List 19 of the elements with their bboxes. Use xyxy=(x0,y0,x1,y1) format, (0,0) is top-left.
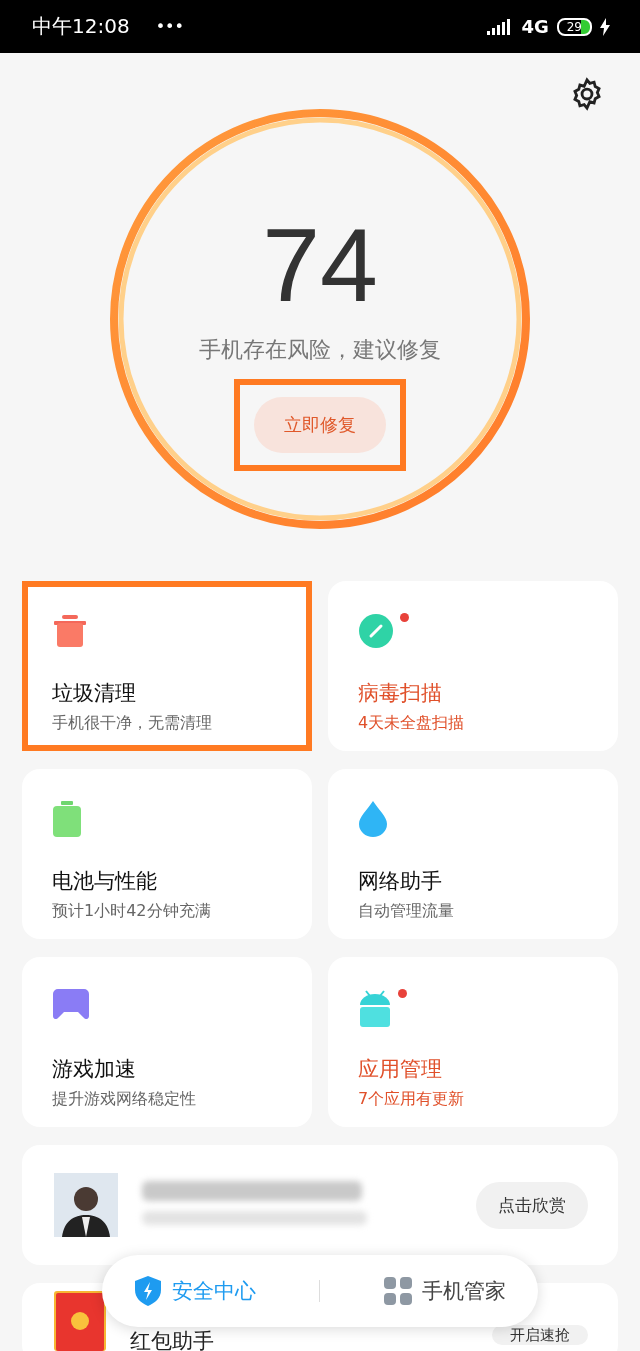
tile-title: 病毒扫描 xyxy=(358,680,443,707)
tile-title: 网络助手 xyxy=(358,868,443,895)
risk-message: 手机存在风险，建议修复 xyxy=(199,336,441,364)
tile-subtitle: 自动管理流量 xyxy=(358,901,455,922)
status-time: 中午12:08 xyxy=(32,13,130,40)
tile-subtitle: 手机很干净，无需清理 xyxy=(52,713,213,734)
tile-subtitle: 提升游戏网络稳定性 xyxy=(52,1089,197,1110)
tile-subtitle: 预计1小时42分钟充满 xyxy=(52,901,212,922)
battery-indicator: 29 xyxy=(556,17,592,36)
tile-title: 应用管理 xyxy=(358,1056,443,1083)
card-title: 红包助手 xyxy=(130,1328,214,1351)
tile-title: 电池与性能 xyxy=(52,868,158,895)
tile-title: 游戏加速 xyxy=(52,1056,137,1083)
tile-subtitle: 7个应用有更新 xyxy=(358,1089,466,1110)
score-value: 74 xyxy=(262,213,378,317)
network-type: 4G xyxy=(521,16,549,37)
more-indicator: ••• xyxy=(155,17,184,36)
tile-subtitle: 4天未全盘扫描 xyxy=(358,713,466,734)
tile-title: 垃圾清理 xyxy=(52,680,137,707)
